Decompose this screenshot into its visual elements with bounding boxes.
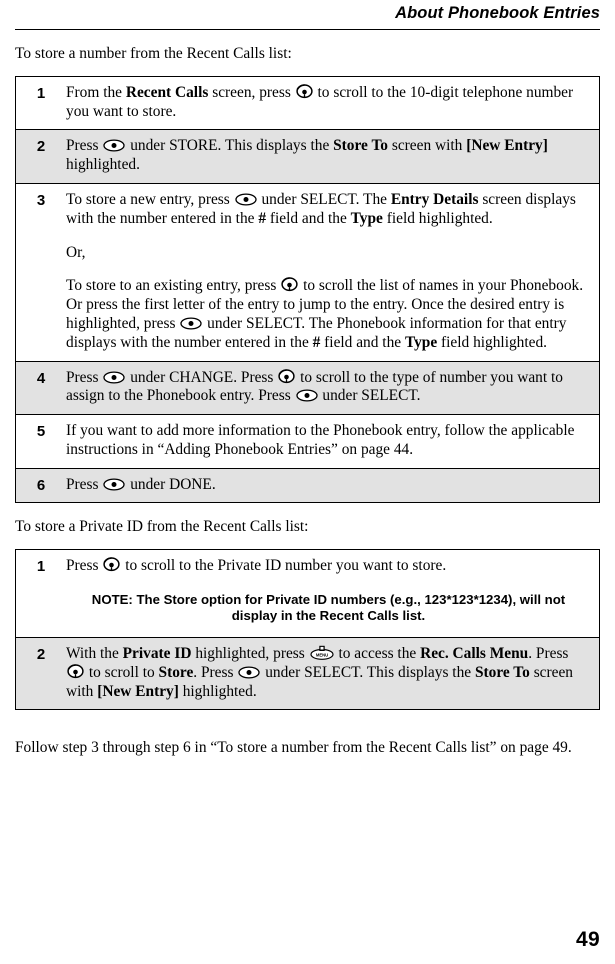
emphasis-text: [New Entry] [466,137,548,155]
emphasis-text: Recent Calls [125,83,209,101]
step-row: 3 To store a new entry, press under SELEC… [15,183,600,362]
step-body: Press under CHANGE. Press to scroll to t… [66,360,600,415]
step-number: 3 [15,183,66,362]
emphasis-text: Store [158,663,194,681]
step-row: 4 Press under CHANGE. Press to scroll to … [15,360,600,415]
step-paragraph: Press to scroll to the Private ID number… [66,557,447,575]
emphasis-text: Store To [333,137,389,155]
step-row: 6 Press under DONE. [15,467,600,503]
nav-scroll-key-icon [278,368,295,384]
page-running-header: About Phonebook Entries [395,4,600,22]
step-number: 6 [15,467,66,503]
emphasis-text: Rec. Calls Menu [420,644,529,662]
note-callout: NOTE: The Store option for Private ID nu… [91,591,566,624]
emphasis-text: [New Entry] [97,682,179,700]
nav-scroll-key-icon [296,84,313,99]
step-table-2: 1 Press to scroll to the Private ID numbe… [15,549,600,711]
nav-scroll-key-icon [281,277,298,292]
page-number-folio: 49 [576,928,600,951]
step-number: 1 [36,558,46,576]
emphasis-text: # [258,209,267,227]
step-body: Press to scroll to the Private ID number… [66,550,600,638]
select-key-icon [234,193,257,206]
select-key-icon [103,370,125,384]
step-number: 1 [36,84,46,102]
step-paragraph: Or, [66,243,86,261]
step-body: Press under STORE. This displays the Sto… [66,129,600,184]
step-paragraph: To store to an existing entry, press to … [66,277,584,351]
step-paragraph: With the Private ID highlighted, press M… [66,644,573,700]
step-row: 2 Press under STORE. This displays the St… [15,129,600,184]
step-paragraph: If you want to add more information to t… [66,422,575,458]
step-row: 5 If you want to add more information to … [15,414,600,469]
svg-text:MENU: MENU [315,653,327,658]
emphasis-text: Private ID [122,644,192,662]
section-lead-in-2: To store a Private ID from the Recent Ca… [15,518,309,536]
closing-paragraph: Follow step 3 through step 6 in “To stor… [15,739,572,757]
step-row: 1 Press to scroll to the Private ID numbe… [15,549,600,638]
step-number: 4 [15,360,66,415]
section-lead-in-1: To store a number from the Recent Calls … [15,45,292,63]
step-row: 2 With the Private ID highlighted, press … [15,636,600,710]
step-body: From the Recent Calls screen, press to s… [66,76,600,130]
select-key-icon [180,317,202,330]
step-paragraph: Press under DONE. [66,475,216,493]
step-body: To store a new entry, press under SELECT… [66,183,600,362]
step-paragraph: To store a new entry, press under SELECT… [66,191,576,227]
nav-scroll-key-icon [103,557,120,572]
step-paragraph: Press under CHANGE. Press to scroll to t… [66,368,563,405]
header-divider-rule [15,29,600,31]
select-key-icon [103,478,125,491]
step-row: 1 From the Recent Calls screen, press to … [15,76,600,130]
emphasis-text: Type [404,333,438,351]
step-body: Press under DONE. [66,467,600,503]
step-body: If you want to add more information to t… [66,414,600,469]
emphasis-text: Type [350,209,383,227]
document-page: About Phonebook Entries To store a numbe… [0,0,615,964]
select-key-icon [103,139,125,153]
step-paragraph: From the Recent Calls screen, press to s… [66,83,574,120]
menu-key-icon: MENU [310,645,334,660]
emphasis-text: Entry Details [390,191,479,209]
step-paragraph: Press under STORE. This displays the Sto… [66,137,548,174]
step-number: 5 [15,414,66,469]
emphasis-text: Store To [474,663,530,681]
step-body: With the Private ID highlighted, press M… [66,636,600,710]
step-number: 2 [15,636,66,710]
emphasis-text: # [312,333,321,351]
select-key-icon [295,389,318,402]
page-sections: To store a number from the Recent Calls … [15,45,600,711]
step-number: 2 [15,129,66,184]
step-table-1: 1 From the Recent Calls screen, press to … [15,75,600,504]
nav-scroll-key-icon [67,664,84,679]
select-key-icon [238,666,260,679]
